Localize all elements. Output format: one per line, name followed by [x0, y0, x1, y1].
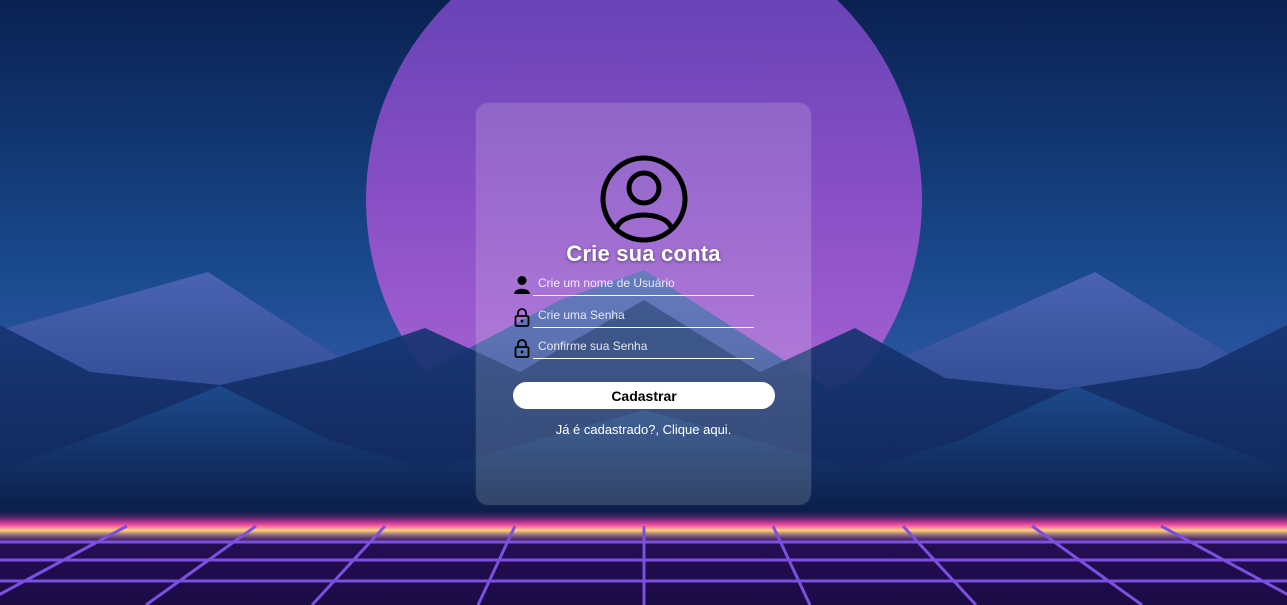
confirm-password-input[interactable] — [533, 337, 754, 359]
lock-icon — [514, 339, 530, 358]
lock-icon — [514, 308, 530, 327]
confirm-password-field-group — [513, 337, 754, 365]
password-input[interactable] — [533, 306, 754, 328]
login-link[interactable]: Já é cadastrado?, Clique aqui. — [476, 422, 811, 437]
page-title: Crie sua conta — [566, 241, 721, 266]
user-icon — [514, 276, 530, 294]
signup-card: Crie sua conta Cadastrar Já é cadastrado… — [476, 103, 811, 505]
username-field-group — [513, 274, 754, 302]
register-button[interactable]: Cadastrar — [513, 382, 775, 409]
username-input[interactable] — [533, 274, 754, 296]
password-field-group — [513, 306, 754, 334]
user-circle-icon — [600, 155, 688, 243]
